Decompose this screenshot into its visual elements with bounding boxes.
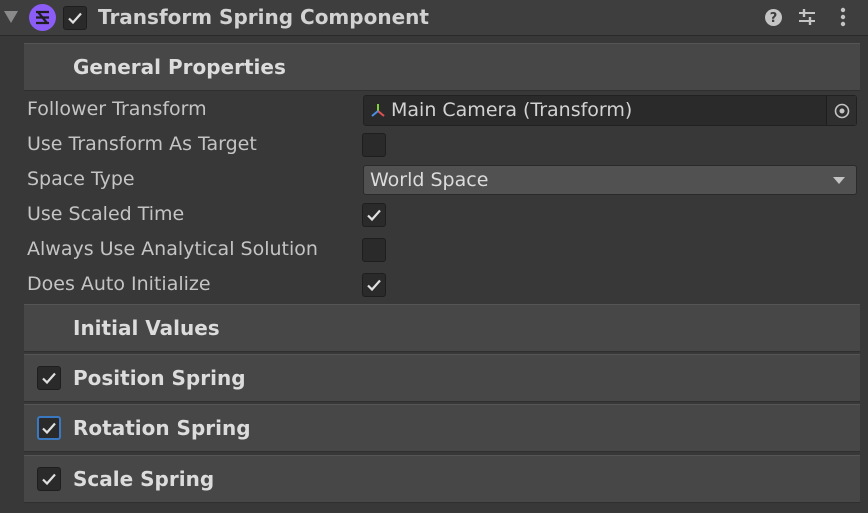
position-spring-label: Position Spring: [73, 366, 246, 390]
check-icon: [68, 12, 82, 25]
section-title: Initial Values: [73, 316, 220, 340]
kebab-menu-icon[interactable]: [831, 5, 855, 29]
check-icon: [367, 209, 381, 222]
object-picker-button[interactable]: [826, 96, 856, 125]
component-header[interactable]: Transform Spring Component ?: [0, 0, 868, 36]
section-initial-values[interactable]: Initial Values: [24, 304, 860, 352]
target-icon: [834, 103, 849, 118]
use-transform-as-target-label: Use Transform As Target: [27, 133, 257, 155]
help-icon[interactable]: ?: [761, 5, 785, 29]
dropdown-arrow-icon: [833, 177, 845, 184]
foldout-arrow-icon[interactable]: [4, 11, 18, 23]
scale-spring-checkbox[interactable]: [37, 467, 61, 491]
scale-spring-label: Scale Spring: [73, 467, 215, 491]
does-auto-initialize-label: Does Auto Initialize: [27, 273, 211, 295]
section-general-properties[interactable]: General Properties: [24, 43, 860, 91]
position-spring-foldout[interactable]: Position Spring: [24, 354, 860, 402]
always-use-analytical-checkbox[interactable]: [362, 238, 386, 262]
always-use-analytical-label: Always Use Analytical Solution: [27, 238, 318, 260]
rotation-spring-label: Rotation Spring: [73, 416, 251, 440]
follower-transform-value: Main Camera (Transform): [391, 99, 633, 121]
space-type-dropdown[interactable]: World Space: [363, 165, 857, 195]
component-title: Transform Spring Component: [98, 5, 429, 29]
space-type-value: World Space: [370, 169, 489, 191]
use-transform-as-target-checkbox[interactable]: [362, 133, 386, 157]
use-scaled-time-label: Use Scaled Time: [27, 203, 185, 225]
check-icon: [367, 279, 381, 292]
use-scaled-time-checkbox[interactable]: [362, 203, 386, 227]
section-title: General Properties: [73, 55, 286, 79]
follower-transform-label: Follower Transform: [27, 98, 207, 120]
transform-icon: [371, 104, 385, 117]
rotation-spring-foldout[interactable]: Rotation Spring: [24, 404, 860, 452]
check-icon: [42, 473, 56, 486]
does-auto-initialize-checkbox[interactable]: [362, 273, 386, 297]
position-spring-checkbox[interactable]: [37, 366, 61, 390]
rotation-spring-checkbox[interactable]: [37, 416, 61, 440]
space-type-label: Space Type: [27, 168, 135, 190]
scale-spring-foldout[interactable]: Scale Spring: [24, 455, 860, 503]
inspector-component: Transform Spring Component ? General Pro…: [0, 0, 868, 513]
svg-text:?: ?: [769, 11, 777, 26]
component-enabled-checkbox[interactable]: [63, 6, 87, 30]
presets-icon[interactable]: [795, 5, 819, 29]
check-icon: [42, 372, 56, 385]
check-icon: [42, 422, 56, 435]
component-icon: [29, 4, 56, 31]
follower-transform-field[interactable]: Main Camera (Transform): [363, 95, 857, 126]
